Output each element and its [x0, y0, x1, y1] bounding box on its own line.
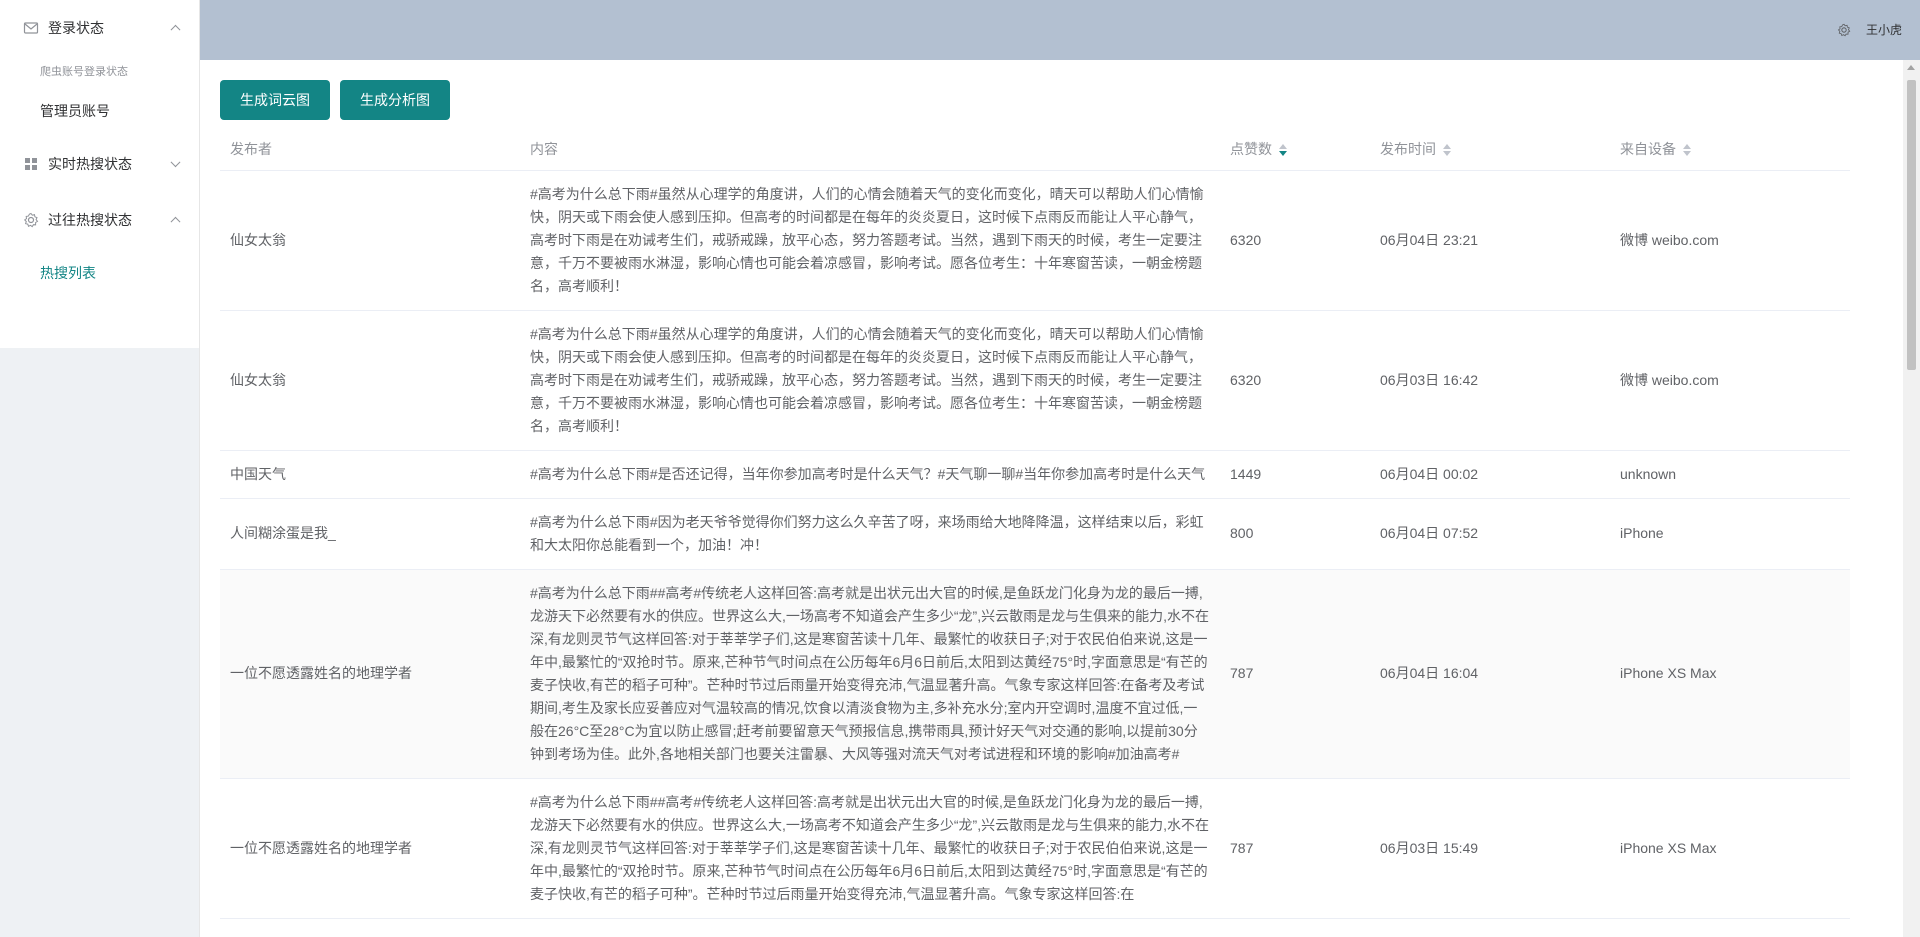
menu-spacer	[0, 298, 199, 348]
table-row[interactable]: 仙女太翁 #高考为什么总下雨#虽然从心理学的角度讲，人们的心情会随着天气的变化而…	[220, 170, 1850, 311]
username[interactable]: 王小虎	[1866, 21, 1902, 38]
column-header-author: 发布者	[220, 128, 520, 171]
chevron-up-icon	[170, 216, 181, 227]
table-row[interactable]: 人间糊涂蛋是我_ #高考为什么总下雨#因为老天爷爷觉得你们努力这么久辛苦了呀，来…	[220, 498, 1850, 570]
menu-realtime-hot[interactable]: 实时热搜状态	[0, 136, 199, 192]
cell-content: #高考为什么总下雨#因为老天爷爷觉得你们努力这么久辛苦了呀，来场雨给大地降降温，…	[520, 498, 1220, 570]
cell-likes: 6320	[1220, 310, 1370, 451]
sort-caret-icon[interactable]	[1278, 143, 1288, 157]
menu-title-label: 实时热搜状态	[48, 156, 132, 172]
hot-list-table: 发布者 内容 点赞数 发布时间 来自设备 仙女太翁 #高考为什么总下雨#虽然从心…	[220, 128, 1850, 919]
menu-past-hot[interactable]: 过往热搜状态	[0, 192, 199, 248]
menu-login-status[interactable]: 登录状态	[0, 0, 199, 56]
cell-content: #高考为什么总下雨#虽然从心理学的角度讲，人们的心情会随着天气的变化而变化，晴天…	[520, 310, 1220, 451]
column-header-time[interactable]: 发布时间	[1370, 128, 1610, 171]
cell-device: iPhone XS Max	[1610, 569, 1850, 779]
cell-author: 一位不愿透露姓名的地理学者	[220, 778, 520, 919]
cell-content: #高考为什么总下雨##高考#传统老人这样回答:高考就是出状元出大官的时候,是鱼跃…	[520, 569, 1220, 779]
cell-device: 微博 weibo.com	[1610, 310, 1850, 451]
cell-time: 06月04日 00:02	[1370, 450, 1610, 499]
scrollbar-thumb[interactable]	[1907, 80, 1916, 370]
menu-title-label: 过往热搜状态	[48, 212, 132, 228]
menu-item-hot-list[interactable]: 热搜列表	[0, 248, 199, 298]
cell-content: #高考为什么总下雨#虽然从心理学的角度讲，人们的心情会随着天气的变化而变化，晴天…	[520, 170, 1220, 311]
cell-author: 仙女太翁	[220, 170, 520, 311]
menu-title-label: 登录状态	[48, 20, 104, 36]
cell-time: 06月04日 23:21	[1370, 170, 1610, 311]
generate-wordcloud-button[interactable]: 生成词云图	[220, 80, 330, 120]
sort-caret-icon[interactable]	[1682, 143, 1692, 157]
cell-author: 一位不愿透露姓名的地理学者	[220, 569, 520, 779]
toolbar: 生成词云图 生成分析图	[220, 80, 450, 120]
cell-time: 06月04日 07:52	[1370, 498, 1610, 570]
chevron-down-icon	[170, 157, 181, 168]
scroll-up-arrow-icon[interactable]	[1907, 65, 1915, 70]
generate-analysis-button[interactable]: 生成分析图	[340, 80, 450, 120]
cell-author: 中国天气	[220, 450, 520, 499]
menu-group-label: 爬虫账号登录状态	[40, 66, 128, 78]
menu-item-admin-account[interactable]: 管理员账号	[0, 86, 199, 136]
sidebar: 登录状态 爬虫账号登录状态 管理员账号 实时热搜状态 过往热搜状态 热搜列表	[0, 0, 200, 937]
gear-icon	[22, 211, 40, 229]
sort-caret-icon[interactable]	[1442, 143, 1452, 157]
cell-device: iPhone	[1610, 498, 1850, 570]
column-header-content: 内容	[520, 128, 1220, 171]
sidebar-menu: 登录状态 爬虫账号登录状态 管理员账号 实时热搜状态 过往热搜状态 热搜列表	[0, 0, 199, 348]
mail-icon	[22, 19, 40, 37]
table-row[interactable]: 一位不愿透露姓名的地理学者 #高考为什么总下雨##高考#传统老人这样回答:高考就…	[220, 569, 1850, 779]
column-header-likes[interactable]: 点赞数	[1220, 128, 1370, 171]
cell-likes: 800	[1220, 498, 1370, 570]
settings-gear-icon[interactable]	[1836, 22, 1852, 38]
cell-device: 微博 weibo.com	[1610, 170, 1850, 311]
cell-device: unknown	[1610, 450, 1850, 499]
cell-author: 仙女太翁	[220, 310, 520, 451]
table-header-row: 发布者 内容 点赞数 发布时间 来自设备	[220, 128, 1850, 171]
top-header: 王小虎	[200, 0, 1920, 60]
cell-device: iPhone XS Max	[1610, 778, 1850, 919]
cell-author: 人间糊涂蛋是我_	[220, 498, 520, 570]
table-row[interactable]: 仙女太翁 #高考为什么总下雨#虽然从心理学的角度讲，人们的心情会随着天气的变化而…	[220, 310, 1850, 451]
cell-time: 06月03日 15:49	[1370, 778, 1610, 919]
cell-likes: 787	[1220, 569, 1370, 779]
cell-content: #高考为什么总下雨##高考#传统老人这样回答:高考就是出状元出大官的时候,是鱼跃…	[520, 778, 1220, 919]
cell-content: #高考为什么总下雨#是否还记得，当年你参加高考时是什么天气？#天气聊一聊#当年你…	[520, 450, 1220, 499]
table-row[interactable]: 中国天气 #高考为什么总下雨#是否还记得，当年你参加高考时是什么天气？#天气聊一…	[220, 450, 1850, 499]
cell-likes: 1449	[1220, 450, 1370, 499]
chevron-up-icon	[170, 24, 181, 35]
cell-likes: 787	[1220, 778, 1370, 919]
main-content: 生成词云图 生成分析图 发布者 内容 点赞数 发布时间 来自设备 仙女太翁 #高…	[200, 60, 1903, 937]
table-row[interactable]: 一位不愿透露姓名的地理学者 #高考为什么总下雨##高考#传统老人这样回答:高考就…	[220, 778, 1850, 919]
cell-likes: 6320	[1220, 170, 1370, 311]
page-scrollbar[interactable]	[1903, 60, 1920, 937]
column-header-device[interactable]: 来自设备	[1610, 128, 1850, 171]
cell-time: 06月04日 16:04	[1370, 569, 1610, 779]
cell-time: 06月03日 16:42	[1370, 310, 1610, 451]
grid-icon	[22, 155, 40, 173]
